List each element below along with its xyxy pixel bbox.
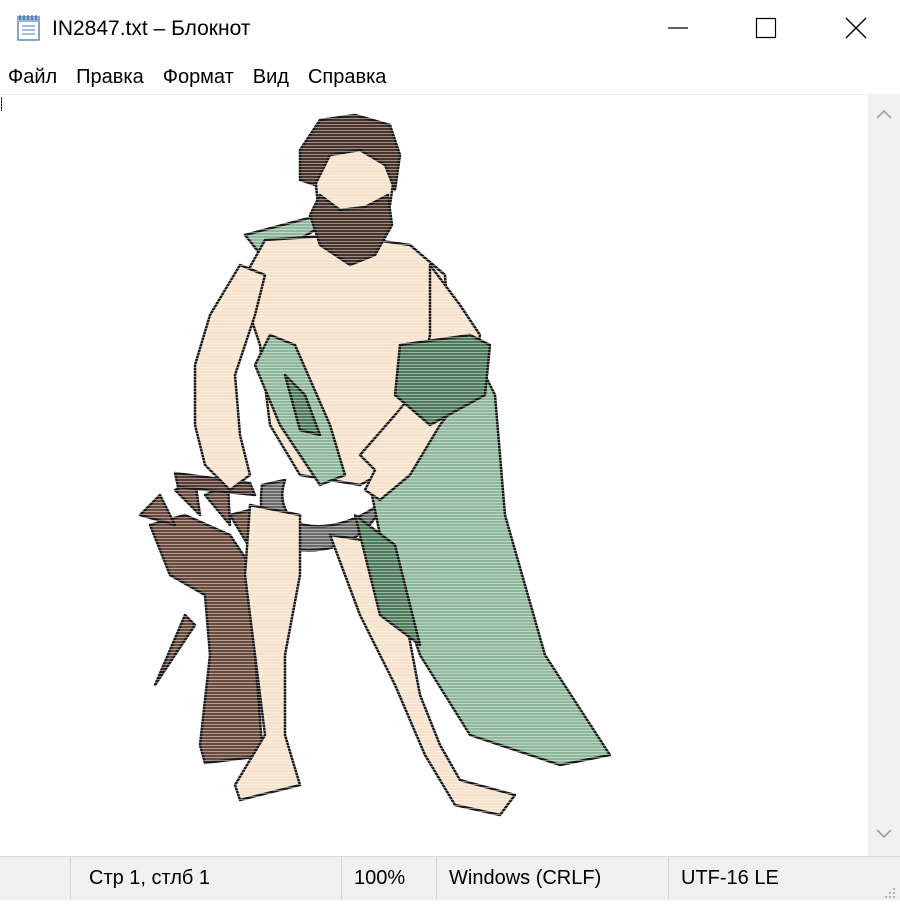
menu-view[interactable]: Вид	[244, 62, 297, 92]
title-bar[interactable]: IN2847.txt – Блокнот	[0, 0, 900, 56]
cursor-position: Стр 1, стлб 1	[70, 857, 342, 900]
maximize-button[interactable]	[720, 0, 812, 56]
close-button[interactable]	[810, 0, 900, 56]
chevron-down-icon	[876, 826, 892, 844]
menu-help[interactable]: Справка	[299, 62, 394, 92]
minimize-icon	[667, 17, 689, 39]
text-editor[interactable]	[0, 94, 868, 857]
menu-edit[interactable]: Правка	[67, 62, 152, 92]
window-title: IN2847.txt – Блокнот	[52, 17, 251, 40]
status-bar: Стр 1, стлб 1 100% Windows (CRLF) UTF-16…	[0, 856, 900, 900]
ascii-art-figure	[0, 95, 868, 857]
maximize-icon	[755, 17, 777, 39]
menu-bar: Файл Правка Формат Вид Справка	[0, 60, 900, 94]
menu-format[interactable]: Формат	[154, 62, 242, 92]
zoom-level: 100%	[341, 857, 437, 900]
resize-grip-icon[interactable]	[882, 882, 896, 898]
chevron-up-icon	[876, 106, 892, 124]
minimize-button[interactable]	[632, 0, 724, 56]
notepad-icon	[14, 14, 44, 42]
encoding: UTF-16 LE	[668, 857, 868, 900]
menu-file[interactable]: Файл	[8, 62, 65, 92]
scroll-up-button[interactable]	[868, 98, 900, 132]
close-icon	[845, 17, 867, 39]
scroll-down-button[interactable]	[868, 818, 900, 852]
vertical-scrollbar[interactable]	[868, 94, 900, 856]
line-endings: Windows (CRLF)	[436, 857, 668, 900]
